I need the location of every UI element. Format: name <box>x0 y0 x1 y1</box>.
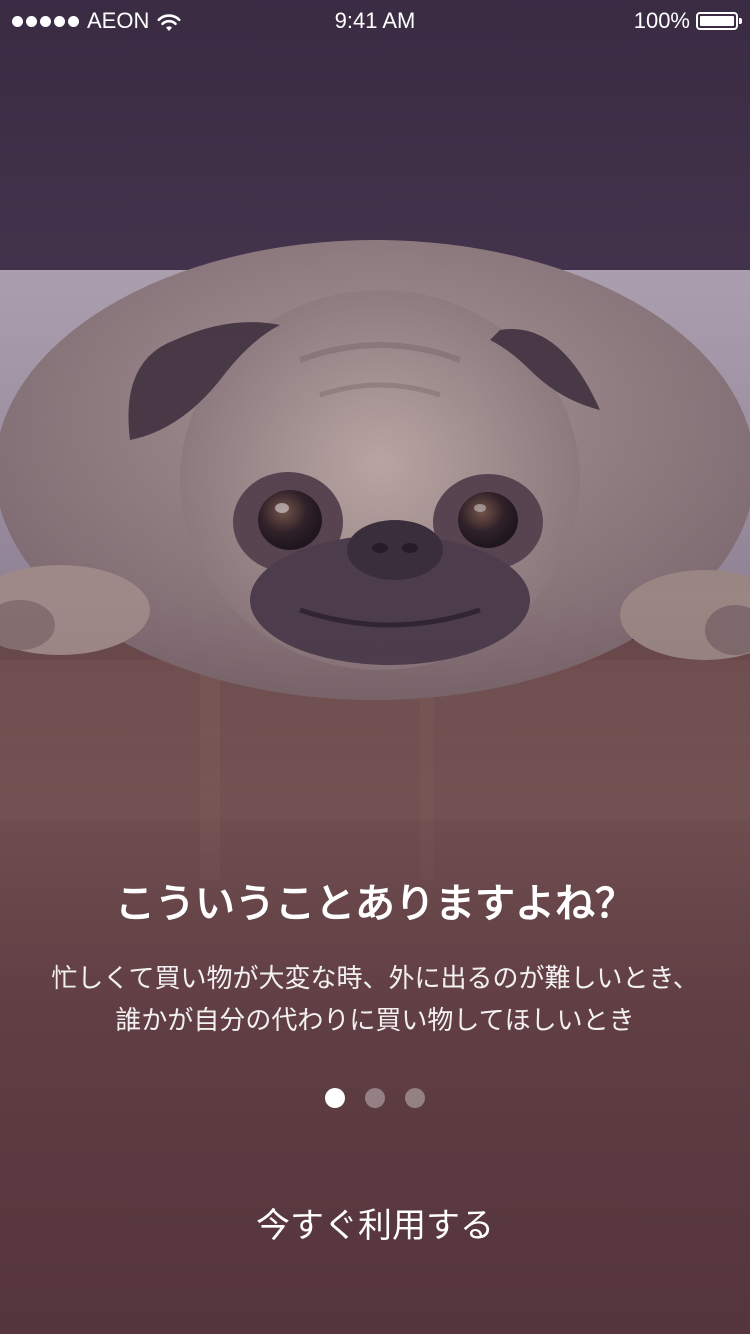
battery-percentage: 100% <box>633 8 690 33</box>
page-indicator[interactable] <box>0 1088 750 1108</box>
battery-fill <box>700 16 734 26</box>
page-dot-3[interactable] <box>405 1088 425 1108</box>
page-dot-1[interactable] <box>325 1088 345 1108</box>
status-right: 100% <box>633 8 742 33</box>
onboarding-headline: こういうことありますよね？ <box>115 881 635 927</box>
start-now-button[interactable]: 今すぐ利用する <box>175 1196 575 1256</box>
page-dot-2[interactable] <box>365 1088 385 1108</box>
onboarding-screen: AEON 9:41 AM 100% こういうことありますよね？ 忙しくて買い物が… <box>0 0 750 1334</box>
battery-icon <box>696 12 742 30</box>
status-bar: AEON 9:41 AM 100% <box>0 0 750 40</box>
color-overlay <box>0 0 750 1334</box>
onboarding-description: 忙しくて買い物が大変な時、外に出るのが難しいとき、誰かが自分の代わりに買い物して… <box>51 964 699 1036</box>
